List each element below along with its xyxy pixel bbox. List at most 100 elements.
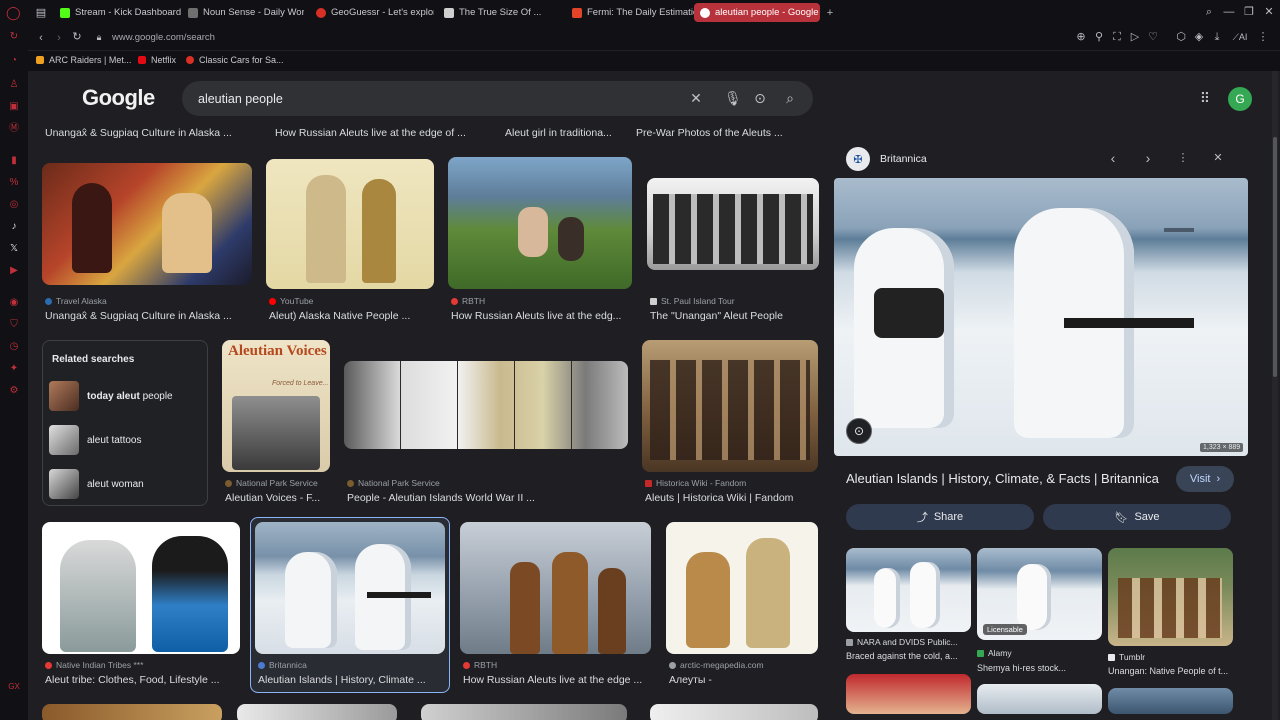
tab-true-size[interactable]: The True Size Of ... — [438, 3, 566, 22]
hotline-icon[interactable]: ♙ — [8, 79, 20, 91]
panel-source[interactable]: Britannica — [880, 153, 927, 165]
clear-search-icon[interactable]: ✕ — [688, 90, 704, 106]
youtube-icon[interactable]: ▶ — [8, 265, 20, 277]
share-button[interactable]: ⤴ Share — [846, 504, 1034, 530]
save-button[interactable]: 🔖︎ Save — [1043, 504, 1231, 530]
related-title[interactable]: Shemya hi-res stock... — [977, 663, 1102, 673]
voice-search-icon[interactable]: 🎙︎ — [724, 90, 742, 106]
workspaces-icon[interactable]: ▤ — [34, 7, 48, 19]
result-title[interactable]: People - Aleutian Islands World War II .… — [347, 492, 627, 504]
extensions-icon[interactable]: ⬡ — [1174, 31, 1188, 43]
result-image[interactable] — [460, 522, 651, 654]
result-title[interactable]: Aleuts | Historica Wiki | Fandom — [645, 492, 825, 504]
result-image[interactable] — [266, 159, 434, 289]
related-image[interactable]: Licensable — [977, 548, 1102, 640]
related-item[interactable]: aleut woman — [49, 466, 205, 502]
result-title[interactable]: Aleut tribe: Clothes, Food, Lifestyle ..… — [45, 674, 245, 686]
music-icon[interactable]: ◔ — [8, 55, 20, 67]
result-image[interactable] — [642, 340, 818, 472]
related-image[interactable] — [977, 684, 1102, 714]
page-scrollbar[interactable] — [1272, 71, 1278, 720]
snapshot-icon[interactable]: ⛶ — [1110, 31, 1124, 43]
player-icon[interactable]: ◉ — [8, 297, 20, 309]
settings-icon[interactable]: ⚙ — [8, 385, 20, 397]
result-image[interactable] — [647, 178, 819, 270]
previous-image-icon[interactable]: ‹ — [1106, 151, 1120, 165]
flow-icon[interactable]: ⛉ — [8, 319, 20, 331]
lens-icon[interactable]: ⊙ — [846, 418, 872, 444]
minimize-icon[interactable]: — — [1222, 6, 1236, 18]
heart-icon[interactable]: ♡ — [1146, 31, 1160, 43]
cut-title[interactable]: Pre-War Photos of the Aleuts ... — [636, 127, 816, 139]
panel-title[interactable]: Aleutian Islands | History, Climate, & F… — [846, 471, 1176, 486]
close-panel-icon[interactable]: ✕ — [1211, 152, 1225, 164]
cut-title[interactable]: How Russian Aleuts live at the edge of .… — [275, 127, 475, 139]
result-image-selected[interactable] — [255, 522, 445, 654]
scrollbar-thumb[interactable] — [1273, 137, 1277, 377]
related-title[interactable]: Unangan: Native People of t... — [1108, 666, 1233, 676]
tiktok-icon[interactable]: ♪ — [8, 221, 20, 233]
result-image[interactable] — [237, 704, 397, 720]
back-icon[interactable]: ‹ — [34, 32, 48, 44]
download-icon[interactable]: ⤓ — [1210, 31, 1224, 43]
result-image[interactable] — [666, 522, 818, 654]
related-item[interactable]: aleut tattoos — [49, 422, 205, 458]
related-item[interactable]: today aleut people — [49, 378, 205, 414]
maximize-icon[interactable]: ❐ — [1242, 6, 1256, 18]
result-title[interactable]: Алеуты - — [669, 674, 819, 686]
result-image[interactable] — [421, 704, 627, 720]
tab-kick[interactable]: Stream - Kick Dashboard — [54, 3, 182, 22]
more-options-icon[interactable]: ⋮ — [1176, 152, 1190, 164]
search-tabs-icon[interactable]: ⌕ — [1202, 6, 1216, 18]
lens-search-icon[interactable]: ⊙ — [752, 90, 768, 106]
search-input[interactable] — [198, 91, 668, 106]
percent-icon[interactable]: % — [8, 177, 20, 189]
result-image[interactable] — [448, 157, 632, 289]
tab-noun-sense[interactable]: Noun Sense - Daily Word — [182, 3, 304, 22]
extensions-sidebar-icon[interactable]: ✦ — [8, 363, 20, 375]
result-image[interactable] — [650, 704, 818, 720]
visit-button[interactable]: Visit › — [1176, 466, 1234, 492]
result-title[interactable]: How Russian Aleuts live at the edge ... — [463, 674, 648, 686]
menu-dots-icon[interactable]: ⋮ — [1256, 31, 1270, 43]
discord-icon[interactable]: ▣ — [8, 101, 20, 113]
search-box[interactable]: ✕ 🎙︎ ⊙ ⌕ — [182, 81, 813, 116]
preview-image[interactable] — [834, 178, 1248, 456]
result-title[interactable]: The "Unangan" Aleut People — [650, 310, 825, 322]
related-image[interactable] — [1108, 548, 1233, 646]
result-image[interactable] — [42, 163, 252, 285]
related-title[interactable]: Braced against the cold, a... — [846, 651, 971, 661]
ai-icon[interactable]: ⟋AI — [1228, 31, 1252, 43]
tab-fermi[interactable]: Fermi: The Daily Estimation — [566, 3, 694, 22]
related-image[interactable] — [1108, 688, 1233, 714]
zoom-icon[interactable]: ⊕ — [1074, 31, 1088, 43]
tab-google-search[interactable]: aleutian people - Google S — [694, 3, 820, 22]
related-image[interactable] — [846, 674, 971, 714]
cut-title[interactable]: Unangax̂ & Sugpiaq Culture in Alaska ... — [45, 127, 245, 139]
reload-icon[interactable]: ↻ — [70, 31, 84, 43]
account-avatar[interactable]: G — [1228, 87, 1252, 111]
pin-icon[interactable]: ⚲ — [1092, 31, 1106, 43]
play-icon[interactable]: ▷ — [1128, 31, 1142, 43]
result-image[interactable] — [344, 361, 628, 449]
refresh-sidebar-icon[interactable]: ↻ — [8, 31, 20, 43]
result-image[interactable] — [42, 704, 222, 720]
next-image-icon[interactable]: › — [1141, 151, 1155, 165]
url-field[interactable]: www.google.com/search — [112, 32, 215, 43]
close-window-icon[interactable]: ✕ — [1262, 6, 1276, 18]
result-title[interactable]: How Russian Aleuts live at the edg... — [451, 310, 631, 322]
gx-corner-icon[interactable]: GX — [8, 681, 20, 693]
instagram-icon[interactable]: ◎ — [8, 199, 20, 211]
search-icon[interactable]: ⌕ — [782, 90, 798, 106]
opera-logo-icon[interactable]: ◯ — [6, 6, 21, 19]
bookmark-classic-cars[interactable]: Classic Cars for Sa... — [186, 55, 284, 65]
bookmark-arc-raiders[interactable]: ARC Raiders | Met... — [36, 55, 131, 65]
forward-icon[interactable]: › — [52, 32, 66, 44]
apps-grid-icon[interactable]: ⠿ — [1197, 90, 1213, 106]
result-title[interactable]: Aleutian Islands | History, Climate ... — [258, 674, 446, 686]
result-title[interactable]: Aleut) Alaska Native People ... — [269, 310, 439, 322]
x-icon[interactable]: 𝕏 — [8, 243, 20, 255]
cube-icon[interactable]: ◈ — [1192, 31, 1206, 43]
result-title[interactable]: Unangax̂ & Sugpiaq Culture in Alaska ... — [45, 310, 245, 322]
new-tab-icon[interactable]: + — [823, 7, 837, 19]
